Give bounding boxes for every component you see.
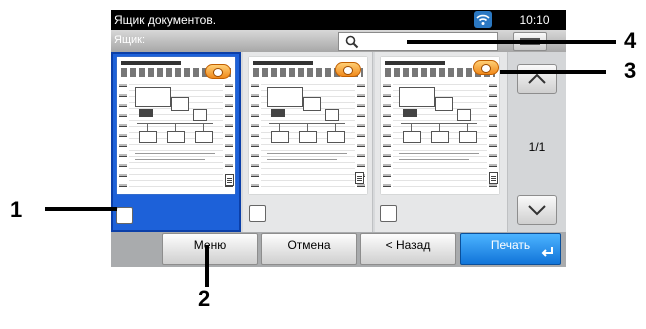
select-checkbox[interactable] [116,207,133,224]
select-checkbox[interactable] [249,205,266,222]
document-tile-3[interactable] [375,52,508,232]
document-thumbnail [381,57,499,194]
back-button[interactable]: < Назад [360,233,456,265]
box-label: Ящик: [114,34,146,46]
document-thumbnail [249,57,367,194]
page-icon [225,174,234,186]
copies-settings-icon[interactable] [335,62,361,77]
document-grid [111,52,508,232]
enter-icon [541,246,555,261]
callout-line-2 [205,245,209,287]
action-bar: Меню Отмена < Назад Печать [111,232,566,267]
screen-title: Ящик документов. [114,13,217,27]
select-checkbox[interactable] [380,205,397,222]
print-button-label: Печать [490,238,531,252]
chevron-down-icon [528,205,546,216]
callout-1: 1 [10,197,23,222]
copies-settings-icon[interactable] [473,60,499,75]
page-icon [355,172,364,184]
page-counter: 1/1 [528,140,546,154]
status-bar: Ящик документов. 10:10 [111,10,566,30]
print-button[interactable]: Печать [460,233,561,265]
callout-2: 2 [198,286,211,311]
document-tile-2[interactable] [243,52,373,232]
panel-screen: Ящик документов. 10:10 Ящик: 1/1 Меню От… [111,10,566,267]
scroll-down-button[interactable] [517,195,557,225]
cancel-button[interactable]: Отмена [261,233,357,265]
wifi-icon [474,11,492,28]
menu-button[interactable]: Меню [162,233,258,265]
scroll-up-button[interactable] [517,64,557,94]
copies-settings-icon[interactable] [205,64,231,79]
clock: 10:10 [519,13,550,27]
page-icon [489,172,498,184]
callout-4: 4 [624,28,637,53]
callout-line-3 [500,70,606,74]
document-tile-1[interactable] [111,52,241,232]
callout-line-4 [407,40,616,44]
callout-3: 3 [624,58,637,83]
scroll-panel: 1/1 [508,52,566,232]
callout-line-1 [45,207,117,211]
